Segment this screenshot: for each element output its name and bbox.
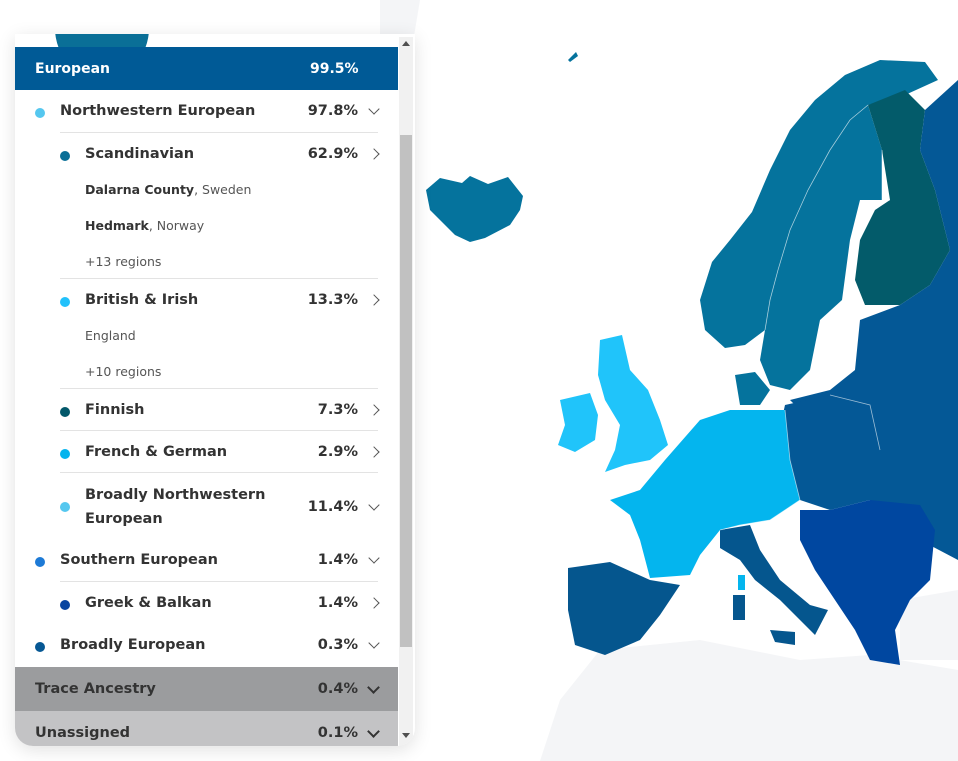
chevron-down-icon[interactable] bbox=[368, 637, 380, 649]
chevron-right-icon[interactable] bbox=[368, 404, 380, 416]
group-label: Greek & Balkan bbox=[85, 595, 212, 611]
region-country: , Sweden bbox=[194, 182, 252, 197]
region-name: Hedmark bbox=[85, 218, 149, 233]
group-percent: 97.8% bbox=[307, 103, 358, 119]
color-dot bbox=[35, 108, 45, 118]
trace-label: Trace Ancestry bbox=[35, 681, 156, 697]
european-percent: 99.5% bbox=[310, 60, 359, 77]
group-finnish[interactable]: Finnish 7.3% bbox=[15, 389, 398, 431]
region-denmark[interactable] bbox=[735, 372, 770, 405]
scroll-up-arrow-icon[interactable] bbox=[402, 41, 410, 46]
group-label: Broadly European bbox=[60, 637, 206, 653]
scrollbar-thumb[interactable] bbox=[400, 135, 412, 647]
group-percent: 0.3% bbox=[317, 637, 358, 653]
color-dot bbox=[35, 642, 45, 652]
ancestry-list[interactable]: European 99.5% Northwestern European 97.… bbox=[15, 47, 398, 746]
group-broadly-northwestern-european[interactable]: Broadly Northwestern European 11.4% bbox=[15, 473, 398, 539]
group-french-german[interactable]: French & German 2.9% bbox=[15, 431, 398, 473]
trace-percent: 0.4% bbox=[317, 681, 358, 697]
group-percent: 62.9% bbox=[307, 146, 358, 162]
group-british-irish[interactable]: British & Irish 13.3% England +10 region… bbox=[15, 279, 398, 389]
color-dot bbox=[60, 600, 70, 610]
region-country: , Norway bbox=[148, 218, 205, 233]
group-percent: 11.4% bbox=[307, 499, 358, 515]
region-sicily[interactable] bbox=[770, 630, 795, 645]
color-dot bbox=[60, 297, 70, 307]
region-item[interactable]: Hedmark, Norway bbox=[85, 218, 204, 233]
group-label: Southern European bbox=[60, 552, 218, 568]
group-percent: 7.3% bbox=[317, 402, 358, 418]
region-jan-mayen bbox=[568, 52, 578, 62]
chevron-down-icon[interactable] bbox=[368, 552, 380, 564]
color-dot bbox=[60, 151, 70, 161]
group-scandinavian[interactable]: Scandinavian 62.9% Dalarna County, Swede… bbox=[15, 133, 398, 279]
group-percent: 2.9% bbox=[317, 444, 358, 460]
trace-ancestry-row[interactable]: Trace Ancestry 0.4% bbox=[15, 667, 398, 711]
group-label: British & Irish bbox=[85, 292, 199, 308]
chevron-down-icon[interactable] bbox=[368, 103, 380, 115]
ancestry-panel: European 99.5% Northwestern European 97.… bbox=[15, 34, 415, 746]
chevron-down-icon[interactable] bbox=[367, 681, 380, 694]
group-percent: 1.4% bbox=[317, 595, 358, 611]
color-dot bbox=[60, 449, 70, 459]
chevron-right-icon[interactable] bbox=[368, 148, 380, 160]
region-item[interactable]: Dalarna County, Sweden bbox=[85, 182, 251, 197]
group-label: Scandinavian bbox=[85, 146, 195, 162]
european-label: European bbox=[35, 60, 110, 77]
group-label-line2: European bbox=[85, 511, 163, 527]
more-regions-link[interactable]: +10 regions bbox=[85, 364, 161, 379]
region-corsica[interactable] bbox=[738, 575, 745, 590]
european-header[interactable]: European 99.5% bbox=[15, 47, 398, 90]
region-sardinia[interactable] bbox=[733, 595, 745, 620]
group-broadly-european[interactable]: Broadly European 0.3% bbox=[15, 624, 398, 666]
unassigned-row[interactable]: Unassigned 0.1% bbox=[15, 711, 398, 746]
region-ireland[interactable] bbox=[558, 393, 598, 452]
region-great-britain[interactable] bbox=[598, 335, 668, 472]
color-dot bbox=[60, 502, 70, 512]
color-dot bbox=[60, 407, 70, 417]
group-label: Northwestern European bbox=[60, 103, 256, 119]
chevron-down-icon[interactable] bbox=[367, 725, 380, 738]
unassigned-label: Unassigned bbox=[35, 725, 131, 741]
unassigned-percent: 0.1% bbox=[317, 725, 358, 741]
group-label: French & German bbox=[85, 444, 228, 460]
scrollbar[interactable] bbox=[399, 37, 413, 746]
group-percent: 13.3% bbox=[307, 292, 358, 308]
group-label: Finnish bbox=[85, 402, 145, 418]
group-percent: 1.4% bbox=[317, 552, 358, 568]
region-iceland[interactable] bbox=[426, 176, 523, 242]
more-regions-link[interactable]: +13 regions bbox=[85, 254, 161, 269]
group-southern-european[interactable]: Southern European 1.4% bbox=[15, 539, 398, 582]
region-name: Dalarna County bbox=[85, 182, 195, 197]
region-item[interactable]: England bbox=[85, 328, 136, 343]
group-greek-balkan[interactable]: Greek & Balkan 1.4% bbox=[15, 582, 398, 624]
chevron-right-icon[interactable] bbox=[368, 294, 380, 306]
chevron-down-icon[interactable] bbox=[368, 499, 380, 511]
scroll-down-arrow-icon[interactable] bbox=[402, 733, 410, 738]
chevron-right-icon[interactable] bbox=[368, 597, 380, 609]
group-label-line1: Broadly Northwestern bbox=[85, 487, 266, 503]
chevron-right-icon[interactable] bbox=[368, 446, 380, 458]
color-dot bbox=[35, 557, 45, 567]
group-northwestern-european[interactable]: Northwestern European 97.8% bbox=[15, 90, 398, 133]
